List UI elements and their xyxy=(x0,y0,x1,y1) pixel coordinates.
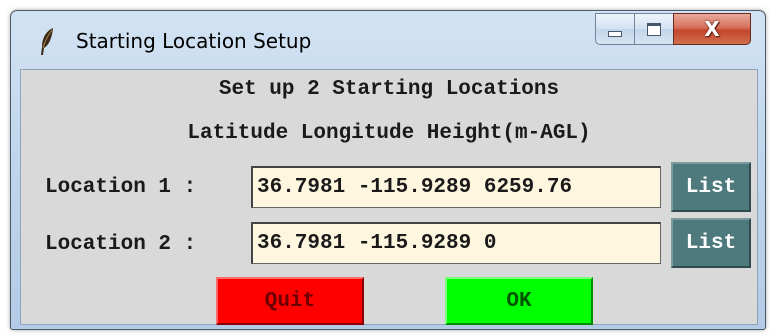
maximize-icon xyxy=(647,22,661,36)
location-1-input[interactable] xyxy=(251,166,661,208)
quit-button[interactable]: Quit xyxy=(216,277,364,325)
location-1-list-button[interactable]: List xyxy=(671,162,751,212)
location-2-input[interactable] xyxy=(251,222,661,264)
dialog-heading: Set up 2 Starting Locations xyxy=(218,78,560,101)
column-subheading: Latitude Longitude Height(m-AGL) xyxy=(187,122,591,145)
dialog-window: Starting Location Setup X Set up 2 Start… xyxy=(10,10,766,330)
window-title: Starting Location Setup xyxy=(76,29,312,53)
dialog-body: Set up 2 Starting Locations Latitude Lon… xyxy=(20,69,758,325)
minimize-button[interactable] xyxy=(595,13,635,45)
location-2-label: Location 2 : xyxy=(45,233,197,256)
close-icon: X xyxy=(704,17,720,41)
close-button[interactable]: X xyxy=(673,13,751,45)
minimize-icon xyxy=(608,30,622,37)
ok-button[interactable]: OK xyxy=(445,277,593,325)
location-1-label: Location 1 : xyxy=(45,176,197,199)
location-2-list-button[interactable]: List xyxy=(671,218,751,268)
feather-icon xyxy=(41,28,53,55)
maximize-button[interactable] xyxy=(634,13,674,45)
title-bar[interactable]: Starting Location Setup X xyxy=(11,11,765,69)
